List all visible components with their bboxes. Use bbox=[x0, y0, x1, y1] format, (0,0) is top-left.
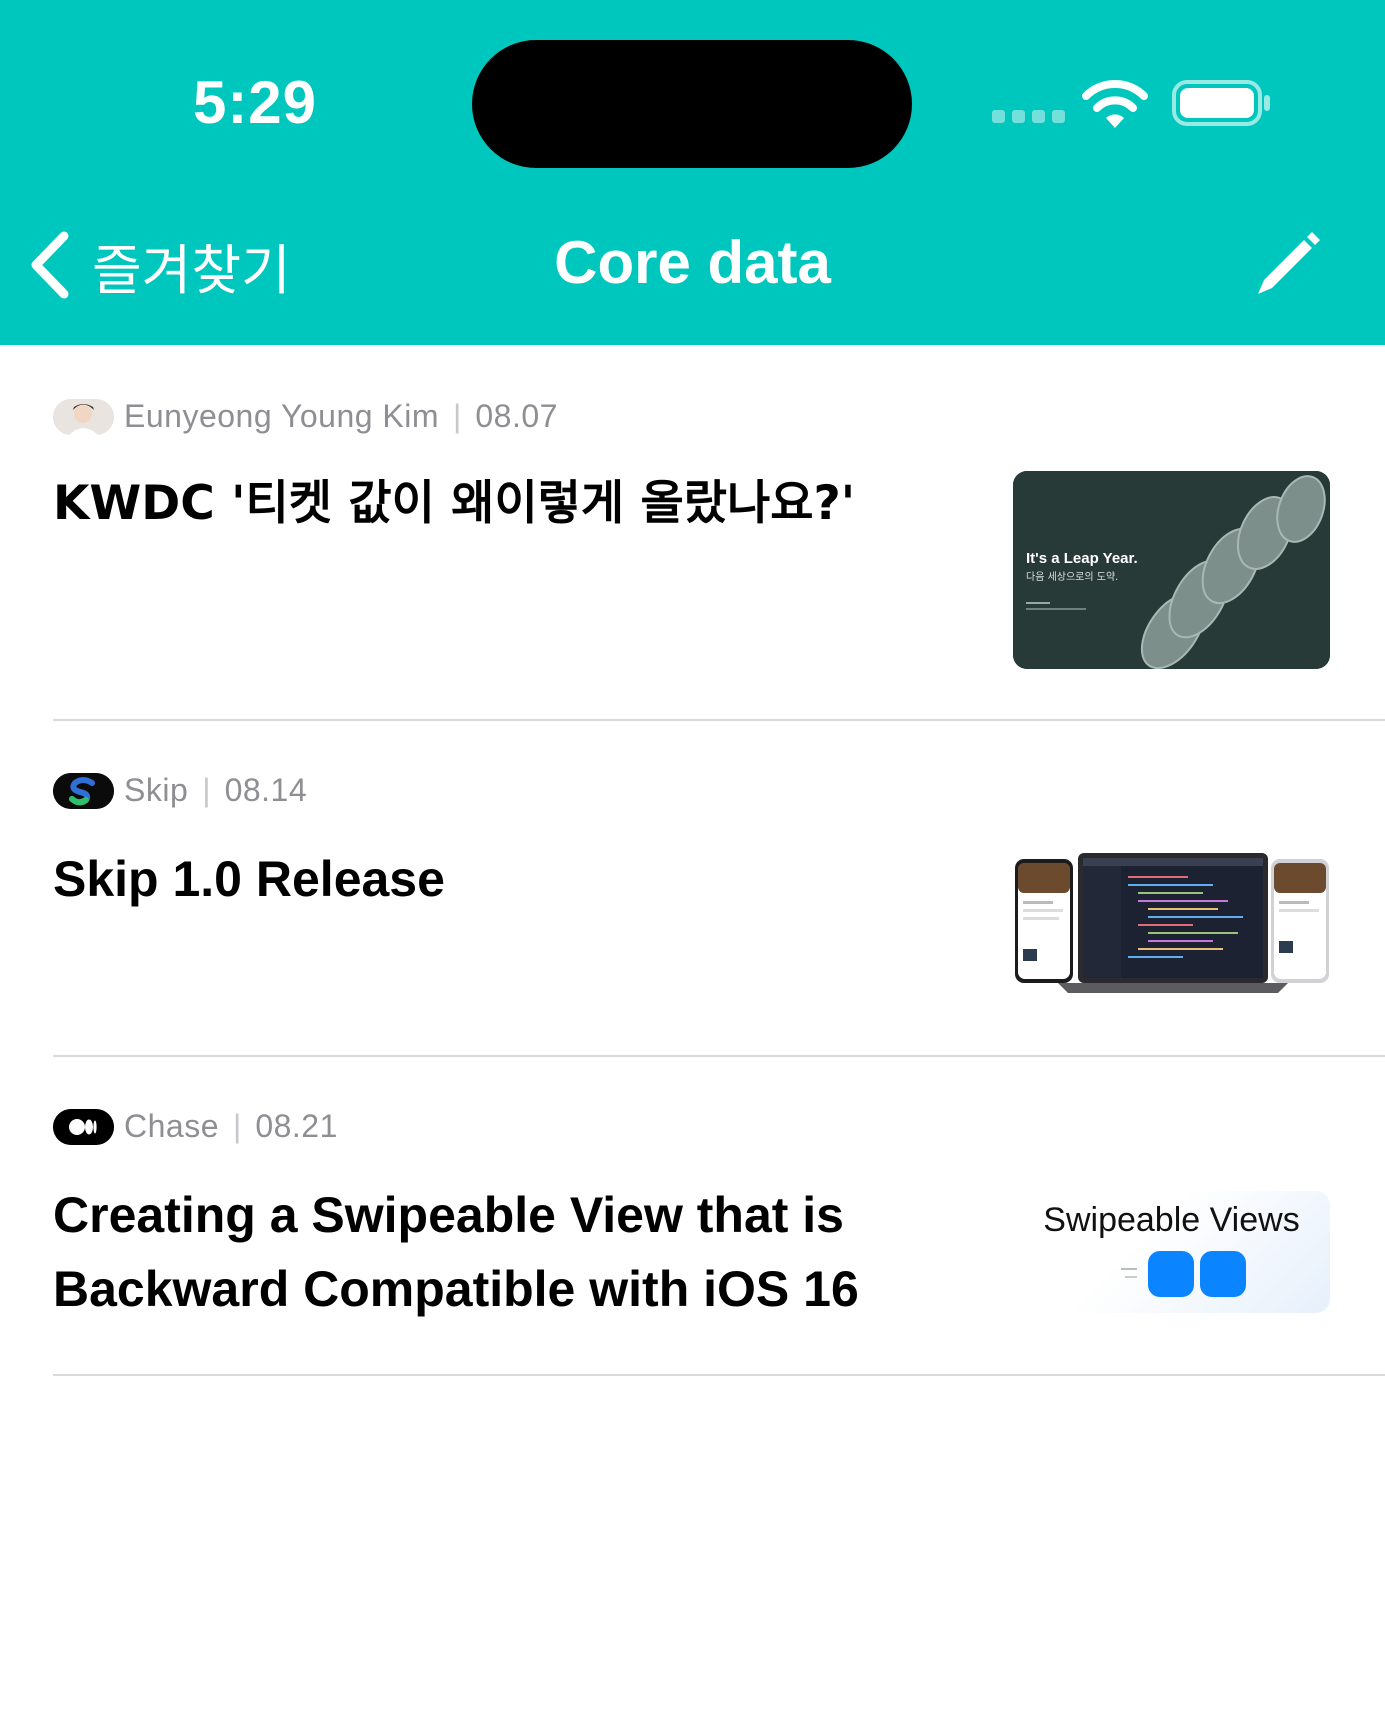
article-title: Skip 1.0 Release bbox=[53, 851, 445, 907]
wifi-icon bbox=[1082, 80, 1148, 128]
chevron-left-icon bbox=[31, 231, 69, 299]
thumbnail-subheadline: 다음 세상으로의 도약. bbox=[1026, 571, 1118, 583]
cellular-signal-icon bbox=[992, 110, 1065, 123]
meta-separator: | bbox=[202, 772, 211, 808]
article-title: Creating a Swipeable View that is Backwa… bbox=[53, 1187, 859, 1317]
pencil-icon[interactable] bbox=[1250, 230, 1322, 302]
thumbnail-headline: It's a Leap Year. bbox=[1026, 550, 1138, 567]
list-item[interactable]: Chase | 08.21 Creating a Swipeable View … bbox=[0, 1057, 1385, 1376]
author-name: Eunyeong Young Kim bbox=[124, 398, 440, 434]
article-thumbnail bbox=[1013, 851, 1330, 1001]
divider bbox=[53, 1374, 1385, 1376]
meta-separator: | bbox=[453, 398, 462, 434]
avatar bbox=[53, 398, 114, 435]
navigation-header: 5:29 즐겨찾기 Core data bbox=[0, 0, 1385, 345]
page-title: Core data bbox=[554, 229, 831, 296]
avatar bbox=[53, 772, 114, 809]
article-thumbnail: Swipeable Views bbox=[1013, 1191, 1330, 1313]
post-date: 08.14 bbox=[224, 772, 308, 808]
back-button[interactable]: 즐겨찾기 bbox=[26, 220, 291, 310]
post-date: 08.21 bbox=[255, 1108, 338, 1144]
post-date: 08.07 bbox=[475, 398, 558, 434]
article-meta: Eunyeong Young Kim | 08.07 bbox=[53, 398, 558, 435]
article-title: KWDC '티켓 값이 왜이렇게 올랐나요?' bbox=[53, 476, 856, 531]
medium-logo-icon bbox=[53, 1108, 114, 1145]
battery-icon bbox=[1172, 80, 1270, 126]
status-time: 5:29 bbox=[192, 69, 318, 136]
meta-separator: | bbox=[233, 1108, 242, 1144]
list-item[interactable]: Skip | 08.14 Skip 1.0 Release bbox=[0, 721, 1385, 1057]
list-item[interactable]: Eunyeong Young Kim | 08.07 KWDC '티켓 값이 왜… bbox=[0, 345, 1385, 721]
back-button-label: 즐겨찾기 bbox=[92, 238, 291, 302]
article-meta: Chase | 08.21 bbox=[53, 1108, 338, 1145]
article-meta: Skip | 08.14 bbox=[53, 772, 307, 809]
dynamic-island bbox=[472, 40, 912, 168]
author-name: Chase bbox=[124, 1108, 219, 1144]
article-thumbnail: It's a Leap Year. 다음 세상으로의 도약. bbox=[1013, 471, 1330, 669]
author-name: Skip bbox=[124, 772, 189, 808]
